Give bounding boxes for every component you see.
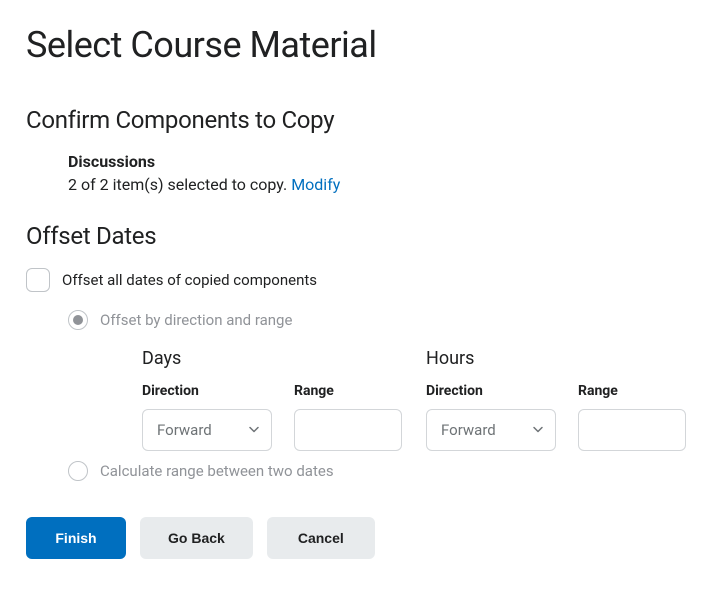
confirm-section: Confirm Components to Copy Discussions 2… <box>26 106 693 194</box>
offset-all-label: Offset all dates of copied components <box>62 271 317 289</box>
radio-calculate-range[interactable] <box>68 461 88 481</box>
component-summary: 2 of 2 item(s) selected to copy. Modify <box>68 175 693 194</box>
offset-all-checkbox[interactable] <box>26 268 50 292</box>
component-summary-text: 2 of 2 item(s) selected to copy. <box>68 175 287 194</box>
days-range-input[interactable] <box>294 409 402 451</box>
days-column: Days Direction Forward <box>142 348 402 451</box>
offset-controls: Days Direction Forward <box>142 348 693 451</box>
hours-direction-field: Direction Forward <box>426 383 556 451</box>
modify-link[interactable]: Modify <box>291 175 340 194</box>
hours-range-input[interactable] <box>578 409 686 451</box>
days-range-field: Range <box>294 383 402 451</box>
days-direction-value: Forward <box>157 421 212 439</box>
days-direction-select[interactable]: Forward <box>142 409 272 451</box>
hours-range-label: Range <box>578 383 686 399</box>
component-item: Discussions 2 of 2 item(s) selected to c… <box>68 152 693 194</box>
offset-heading: Offset Dates <box>26 222 693 250</box>
hours-heading: Hours <box>426 348 686 369</box>
days-direction-field: Direction Forward <box>142 383 272 451</box>
offset-section: Offset Dates Offset all dates of copied … <box>26 222 693 481</box>
radio-direction-label: Offset by direction and range <box>100 311 292 329</box>
page-title: Select Course Material <box>26 24 693 66</box>
hours-direction-value: Forward <box>441 421 496 439</box>
button-row: Finish Go Back Cancel <box>26 517 693 559</box>
hours-direction-select[interactable]: Forward <box>426 409 556 451</box>
days-heading: Days <box>142 348 402 369</box>
component-name: Discussions <box>68 152 693 171</box>
hours-column: Hours Direction Forward <box>426 348 686 451</box>
hours-direction-label: Direction <box>426 383 556 399</box>
radio-row-calculate: Calculate range between two dates <box>68 461 693 481</box>
days-range-label: Range <box>294 383 402 399</box>
offset-checkbox-row: Offset all dates of copied components <box>26 268 693 292</box>
days-direction-label: Direction <box>142 383 272 399</box>
radio-direction-range[interactable] <box>68 310 88 330</box>
offset-radio-group: Offset by direction and range Days Direc… <box>68 310 693 481</box>
radio-row-direction: Offset by direction and range <box>68 310 693 330</box>
cancel-button[interactable]: Cancel <box>267 517 375 559</box>
finish-button[interactable]: Finish <box>26 517 126 559</box>
radio-calculate-label: Calculate range between two dates <box>100 462 334 480</box>
confirm-heading: Confirm Components to Copy <box>26 106 693 134</box>
go-back-button[interactable]: Go Back <box>140 517 253 559</box>
hours-range-field: Range <box>578 383 686 451</box>
